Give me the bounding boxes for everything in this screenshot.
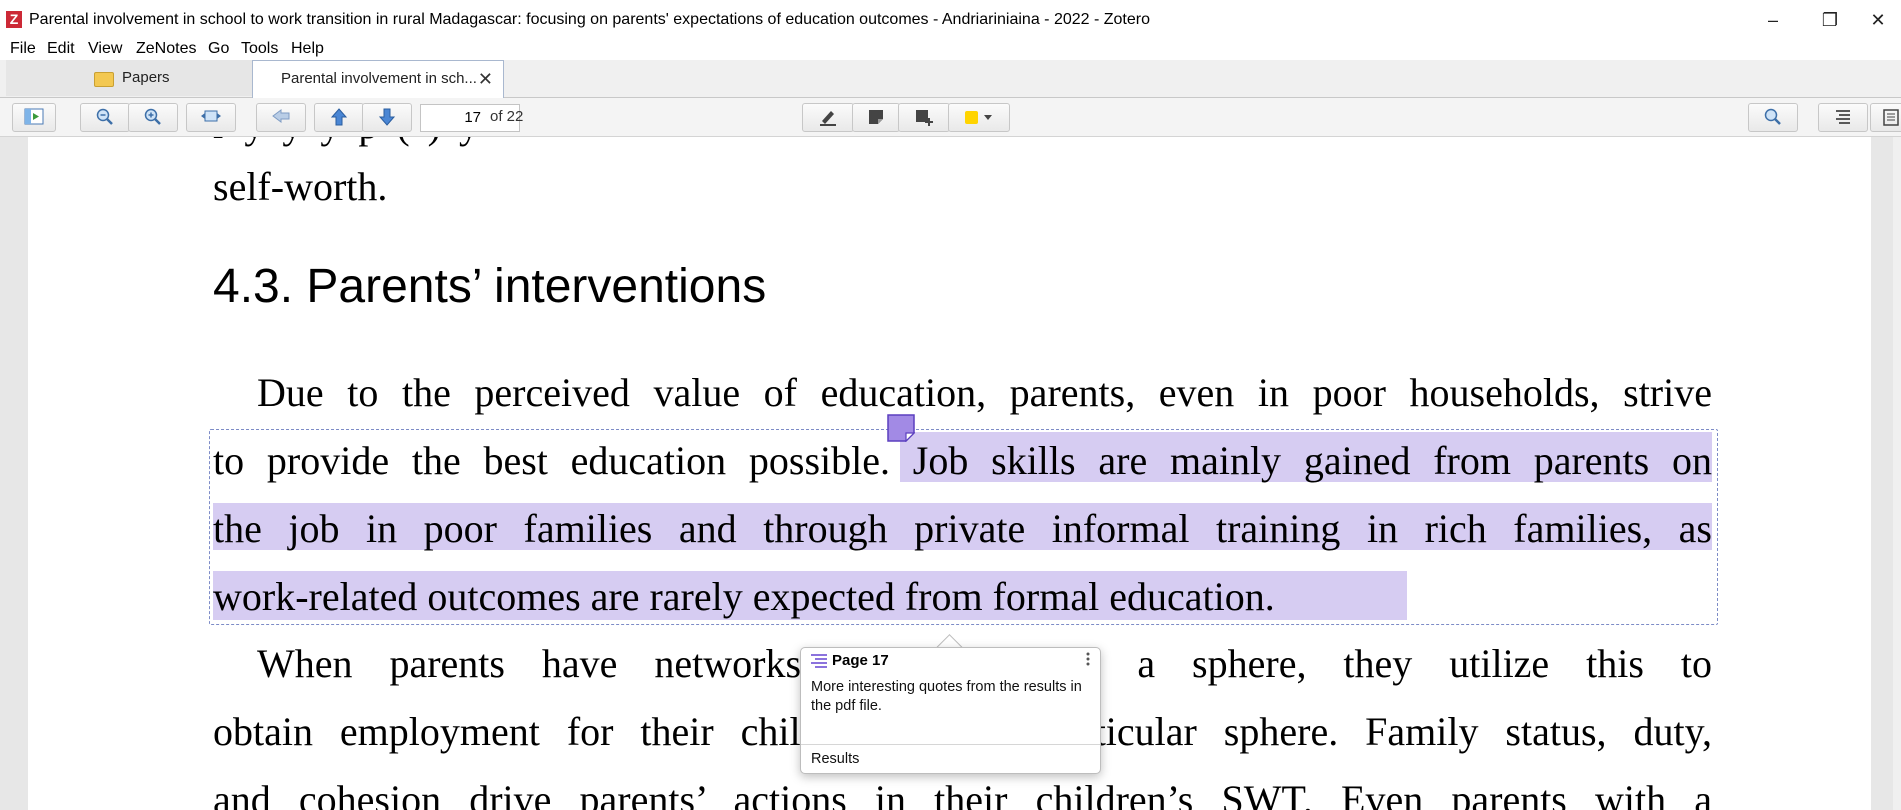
toggle-sidebar-button[interactable] (12, 103, 56, 132)
menu-edit[interactable]: Edit (47, 38, 75, 60)
highlight-annotation-icon (811, 654, 827, 668)
menu-file[interactable]: File (10, 38, 36, 60)
vertical-scrollbar[interactable] (1893, 137, 1901, 810)
reader-toolbar (0, 98, 1901, 137)
menu-help[interactable]: Help (291, 38, 324, 60)
find-button[interactable] (1748, 103, 1798, 132)
menu-bar: File Edit View ZeNotes Go Tools Help (0, 38, 1901, 62)
tab-library-label: Papers (122, 69, 170, 86)
toggle-context-pane-button[interactable] (1818, 103, 1868, 132)
folder-icon (94, 72, 114, 87)
annotation-popup[interactable]: Page 17 More interesting quotes from the… (800, 647, 1101, 774)
more-options-icon[interactable] (1086, 652, 1090, 666)
selected-annotation-outline (209, 429, 1718, 625)
popup-header: Page 17 (801, 648, 1100, 672)
highlight-tool-button[interactable] (802, 103, 854, 132)
popup-page-label: Page 17 (832, 652, 889, 669)
window-title: Parental involvement in school to work t… (29, 11, 1150, 28)
paragraph-line: Due to the perceived value of education,… (257, 370, 1712, 415)
close-window-button[interactable]: ✕ (1855, 6, 1901, 34)
paragraph-line: and cohesion drive parents’ actions in t… (213, 777, 1712, 810)
annotation-comment[interactable]: More interesting quotes from the results… (811, 678, 1091, 716)
annotation-tags[interactable]: Results (801, 744, 1100, 773)
menu-view[interactable]: View (88, 38, 122, 60)
section-heading: 4.3. Parents’ interventions (213, 260, 767, 313)
menu-tools[interactable]: Tools (241, 38, 278, 60)
line-self-worth: self-worth. (213, 164, 388, 209)
zotero-logo-icon: Z (6, 11, 22, 28)
clipped-line: r y y y p ( ) y (213, 137, 483, 148)
tab-library[interactable]: Papers (6, 60, 253, 96)
tab-reader-label: Parental involvement in sch... (281, 70, 477, 87)
color-picker-button[interactable] (948, 103, 1010, 132)
menu-go[interactable]: Go (208, 38, 229, 60)
close-tab-icon[interactable]: ✕ (478, 61, 493, 97)
restore-button[interactable]: ❐ (1807, 6, 1853, 34)
menu-zenotes[interactable]: ZeNotes (136, 38, 196, 60)
minimize-button[interactable]: – (1750, 6, 1796, 34)
area-tool-button[interactable] (898, 103, 950, 132)
next-page-button[interactable] (362, 103, 412, 132)
tag-label: Results (811, 751, 860, 767)
navigate-back-button[interactable] (256, 103, 306, 132)
notes-pane-button[interactable] (1870, 103, 1901, 132)
note-tool-button[interactable] (852, 103, 900, 132)
title-bar: Z Parental involvement in school to work… (0, 0, 1901, 40)
zoom-out-button[interactable] (80, 103, 130, 132)
zoom-page-width-button[interactable] (186, 103, 236, 132)
zoom-in-button[interactable] (128, 103, 178, 132)
note-marker-icon[interactable] (887, 414, 915, 442)
previous-page-button[interactable] (314, 103, 364, 132)
tab-reader[interactable]: Parental involvement in sch... ✕ (252, 60, 504, 98)
tab-bar: Papers Parental involvement in sch... ✕ (0, 60, 1901, 98)
highlight-color-swatch (965, 111, 978, 124)
page-count-label: of 22 (490, 108, 524, 125)
page-number-value: 17 (464, 109, 481, 126)
